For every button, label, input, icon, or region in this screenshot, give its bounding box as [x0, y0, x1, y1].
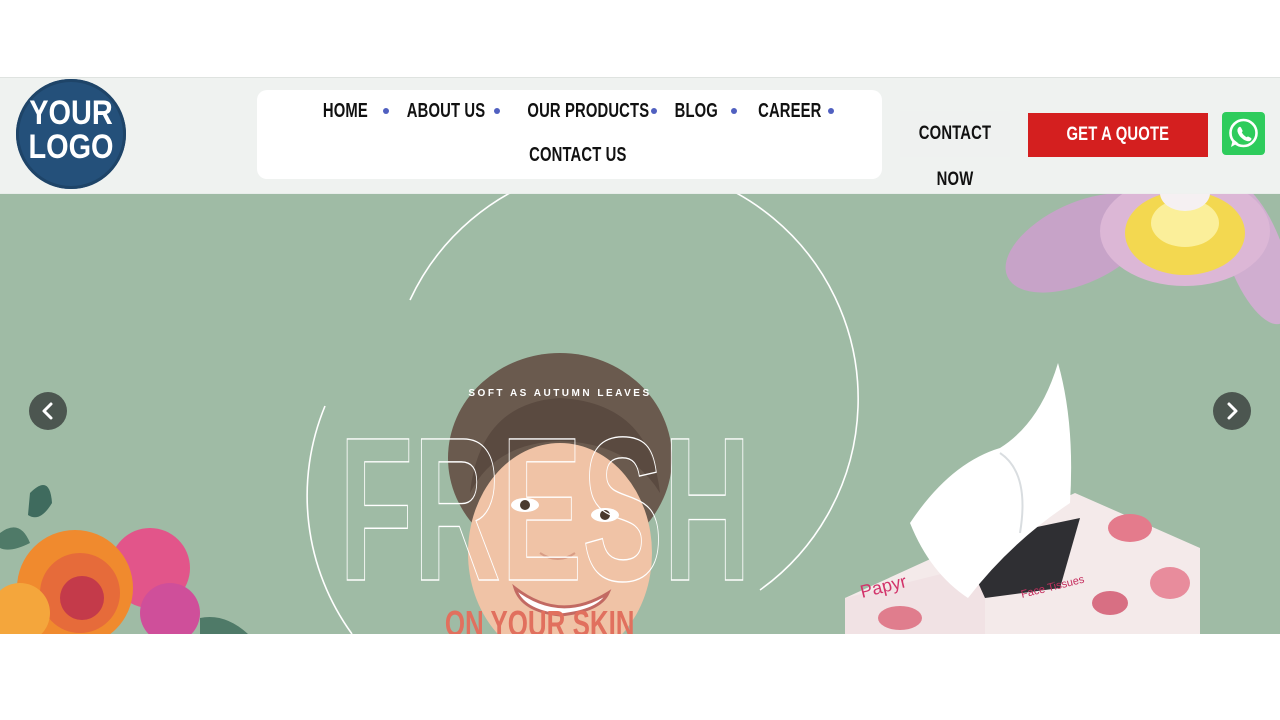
logo-line-2: LOGO [28, 128, 114, 166]
hero-headline: FRESH [338, 402, 751, 592]
nav-separator-dot [494, 108, 500, 114]
hero-headline-text: FRESH [339, 402, 751, 592]
nav-separator-dot [731, 108, 737, 114]
orchid-flower-image [1005, 193, 1280, 325]
get-a-quote-label: GET A QUOTE [1066, 124, 1170, 145]
nav-item-home[interactable]: HOME [313, 98, 377, 124]
tissue-box-image: Papyr Face Tissues [845, 363, 1200, 634]
contact-now-button[interactable]: CONTACT NOW [900, 111, 1010, 190]
whatsapp-icon [1229, 118, 1258, 148]
chevron-right-icon [1227, 402, 1238, 420]
nav-item-about-us[interactable]: ABOUT US [393, 98, 489, 124]
slider-prev-button[interactable] [29, 392, 67, 430]
main-navigation: HOME ABOUT US OUR PRODUCTS BLOG CAREER C… [257, 90, 882, 179]
nav-separator-dot [651, 108, 657, 114]
chevron-left-icon [42, 402, 53, 420]
nav-item-label: BLOG [674, 100, 718, 122]
nav-item-label: HOME [322, 100, 368, 122]
logo-line-1: YOUR [29, 94, 113, 132]
get-a-quote-button[interactable]: GET A QUOTE [1028, 113, 1208, 157]
slider-next-button[interactable] [1213, 392, 1251, 430]
nav-item-career[interactable]: CAREER [747, 98, 821, 124]
whatsapp-button[interactable] [1222, 112, 1265, 155]
hero-tagline: SOFT AS AUTUMN LEAVES [468, 388, 652, 399]
contact-now-label: CONTACT NOW [918, 123, 992, 190]
nav-item-our-products[interactable]: OUR PRODUCTS [506, 98, 649, 124]
nav-item-label: CONTACT US [529, 144, 627, 166]
nav-item-label: OUR PRODUCTS [527, 100, 650, 122]
nav-item-label: CAREER [758, 100, 822, 122]
page-bottom-area [0, 634, 1280, 720]
nav-item-contact-us[interactable]: CONTACT US [512, 142, 626, 168]
nav-item-label: ABOUT US [406, 100, 486, 122]
nav-item-blog[interactable]: BLOG [667, 98, 721, 124]
site-logo[interactable]: YOUR LOGO [16, 79, 126, 189]
rose-flower-image [0, 485, 248, 634]
nav-separator-dot [383, 108, 389, 114]
nav-separator-dot [828, 108, 834, 114]
